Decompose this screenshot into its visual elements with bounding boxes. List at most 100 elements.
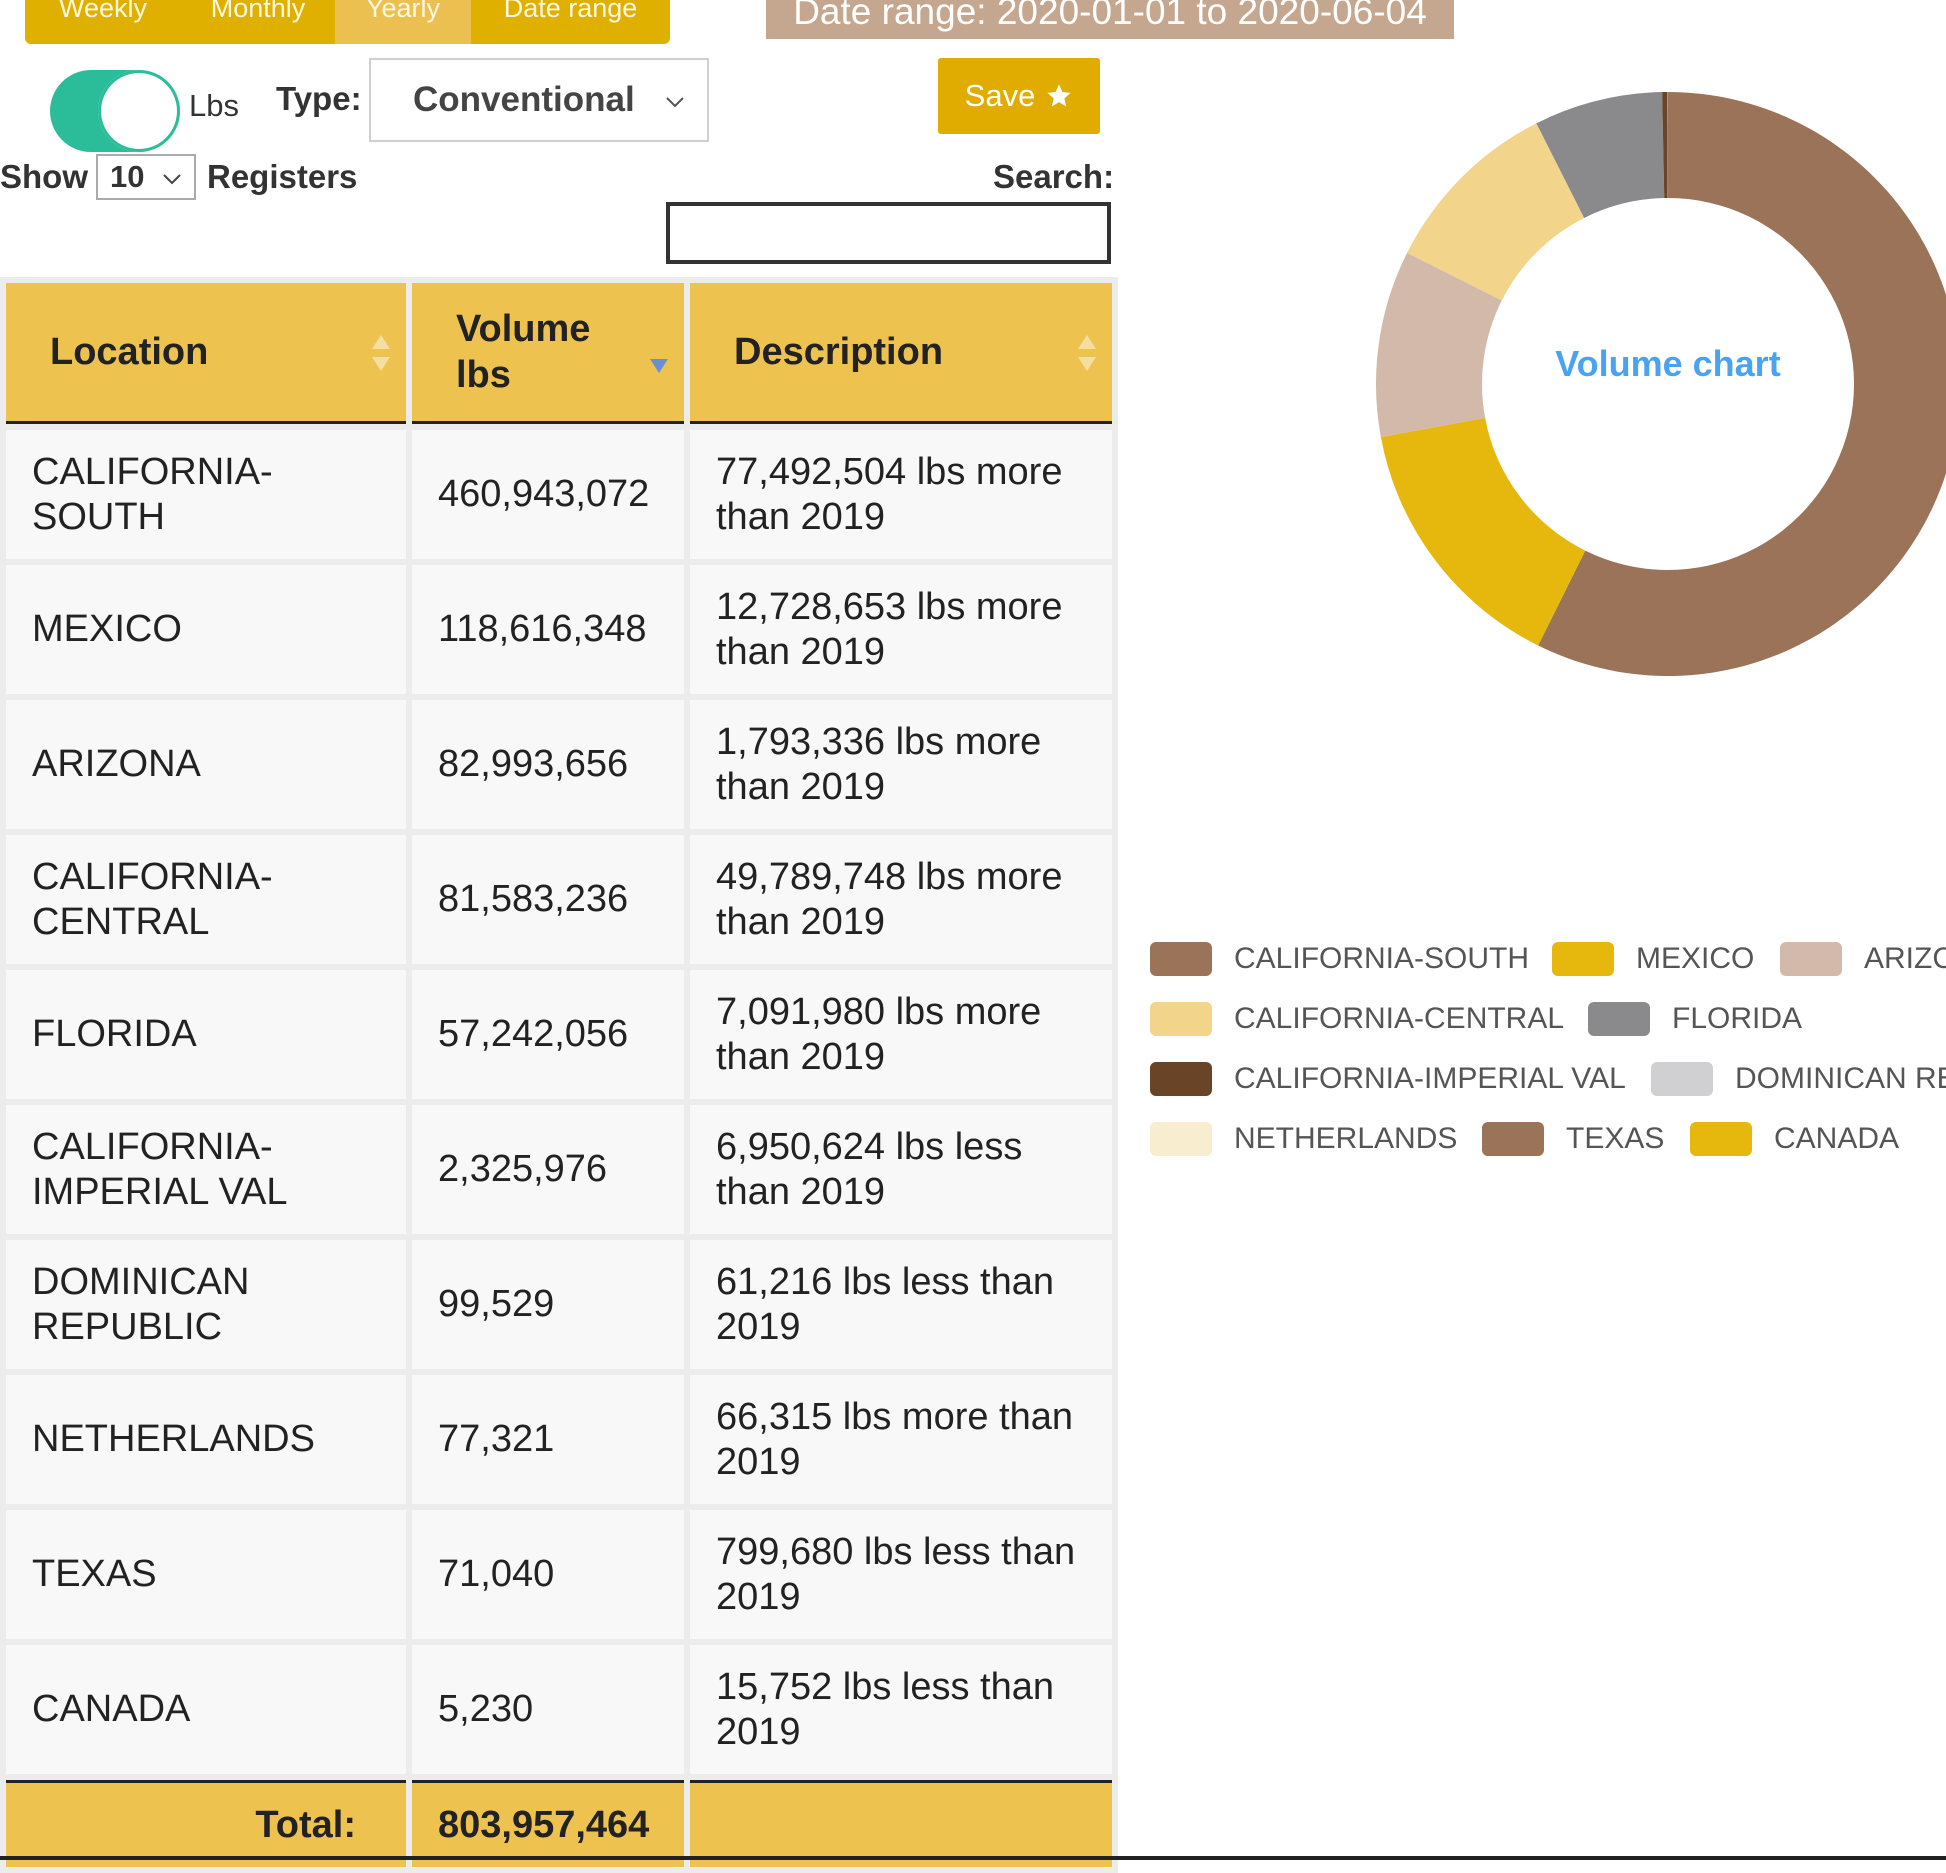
column-header-description[interactable]: Description: [690, 283, 1112, 424]
legend-item[interactable]: CALIFORNIA-CENTRAL: [1150, 998, 1564, 1040]
sort-both-icon: [1076, 333, 1098, 373]
tab-monthly[interactable]: Monthly: [181, 0, 335, 44]
legend-item[interactable]: FLORIDA: [1588, 998, 1802, 1040]
legend-item[interactable]: MEXICO: [1552, 938, 1754, 980]
chevron-down-icon: [661, 82, 689, 122]
unit-label: Lbs: [189, 88, 239, 124]
donut-chart-svg: Volume chart: [1150, 0, 1946, 900]
tab-yearly[interactable]: Yearly: [335, 0, 471, 44]
cell-volume: 5,230: [412, 1645, 684, 1774]
cell-description: 7,091,980 lbs more than 2019: [690, 970, 1112, 1099]
table-row[interactable]: TEXAS 71,040 799,680 lbs less than 2019: [6, 1510, 1112, 1639]
legend-label: FLORIDA: [1672, 1002, 1802, 1036]
cell-location: CANADA: [6, 1645, 406, 1774]
table-row[interactable]: CANADA 5,230 15,752 lbs less than 2019: [6, 1645, 1112, 1774]
page-size-value: 10: [110, 159, 144, 195]
cell-description: 1,793,336 lbs more than 2019: [690, 700, 1112, 829]
total-empty-cell: [690, 1780, 1112, 1867]
cell-description: 77,492,504 lbs more than 2019: [690, 430, 1112, 559]
legend-swatch: [1651, 1062, 1713, 1096]
legend-label: CALIFORNIA-CENTRAL: [1234, 1002, 1564, 1036]
cell-volume: 57,242,056: [412, 970, 684, 1099]
type-select-value: Conventional: [413, 80, 635, 120]
cell-description: 66,315 lbs more than 2019: [690, 1375, 1112, 1504]
cell-description: 15,752 lbs less than 2019: [690, 1645, 1112, 1774]
legend-swatch: [1150, 942, 1212, 976]
table-row[interactable]: NETHERLANDS 77,321 66,315 lbs more than …: [6, 1375, 1112, 1504]
donut-slice-mexico[interactable]: [1381, 418, 1585, 646]
cell-volume: 71,040: [412, 1510, 684, 1639]
total-value: 803,957,464: [412, 1780, 684, 1867]
legend-label: MEXICO: [1636, 942, 1754, 976]
legend-swatch: [1150, 1122, 1212, 1156]
legend-label: CALIFORNIA-IMPERIAL VAL: [1234, 1062, 1626, 1096]
legend-item[interactable]: DOMINICAN RE: [1651, 1058, 1946, 1100]
column-header-volume[interactable]: Volume lbs: [412, 283, 684, 424]
search-input[interactable]: [666, 202, 1111, 264]
legend-swatch: [1780, 942, 1842, 976]
type-label: Type:: [276, 80, 362, 118]
table-row[interactable]: CALIFORNIA-SOUTH 460,943,072 77,492,504 …: [6, 430, 1112, 559]
legend-item[interactable]: CALIFORNIA-IMPERIAL VAL: [1150, 1058, 1626, 1100]
column-header-label: Location: [50, 331, 208, 373]
tab-weekly[interactable]: Weekly: [25, 0, 181, 44]
cell-location: CALIFORNIA-CENTRAL: [6, 835, 406, 964]
legend-swatch: [1588, 1002, 1650, 1036]
page-size-select[interactable]: 10: [96, 154, 196, 200]
table-row[interactable]: CALIFORNIA-IMPERIAL VAL 2,325,976 6,950,…: [6, 1105, 1112, 1234]
cell-volume: 81,583,236: [412, 835, 684, 964]
unit-toggle[interactable]: [50, 70, 180, 152]
search-label: Search:: [993, 158, 1114, 196]
legend-label: DOMINICAN RE: [1735, 1062, 1946, 1096]
save-button[interactable]: Save: [938, 58, 1100, 134]
type-select[interactable]: Conventional: [369, 58, 709, 142]
sort-both-icon: [370, 333, 392, 373]
cell-location: FLORIDA: [6, 970, 406, 1099]
volume-table: Location Volume lbs Description CALIFORN: [0, 277, 1118, 1873]
table-total-row: Total: 803,957,464: [6, 1780, 1112, 1867]
star-icon: [1045, 82, 1073, 110]
table-row[interactable]: ARIZONA 82,993,656 1,793,336 lbs more th…: [6, 700, 1112, 829]
legend-swatch: [1690, 1122, 1752, 1156]
legend-label: CANADA: [1774, 1122, 1899, 1156]
legend-swatch: [1482, 1122, 1544, 1156]
legend-label: TEXAS: [1566, 1122, 1664, 1156]
cell-location: CALIFORNIA-SOUTH: [6, 430, 406, 559]
save-button-label: Save: [965, 78, 1036, 114]
legend-item[interactable]: CANADA: [1690, 1118, 1899, 1160]
cell-volume: 460,943,072: [412, 430, 684, 559]
table-row[interactable]: CALIFORNIA-CENTRAL 81,583,236 49,789,748…: [6, 835, 1112, 964]
legend-label: CALIFORNIA-SOUTH: [1234, 942, 1529, 976]
cell-location: NETHERLANDS: [6, 1375, 406, 1504]
cell-volume: 77,321: [412, 1375, 684, 1504]
legend-swatch: [1150, 1062, 1212, 1096]
table-row[interactable]: MEXICO 118,616,348 12,728,653 lbs more t…: [6, 565, 1112, 694]
legend-item[interactable]: ARIZC: [1780, 938, 1946, 980]
cell-description: 799,680 lbs less than 2019: [690, 1510, 1112, 1639]
cell-location: ARIZONA: [6, 700, 406, 829]
period-tabs: Weekly Monthly Yearly Date range: [25, 0, 670, 44]
cell-description: 49,789,748 lbs more than 2019: [690, 835, 1112, 964]
legend-item[interactable]: TEXAS: [1482, 1118, 1664, 1160]
tab-date-range[interactable]: Date range: [471, 0, 670, 44]
cell-volume: 99,529: [412, 1240, 684, 1369]
legend-item[interactable]: CALIFORNIA-SOUTH: [1150, 938, 1529, 980]
cell-location: DOMINICAN REPUBLIC: [6, 1240, 406, 1369]
cell-volume: 118,616,348: [412, 565, 684, 694]
cell-volume: 82,993,656: [412, 700, 684, 829]
column-header-location[interactable]: Location: [6, 283, 406, 424]
bottom-border: [0, 1856, 1946, 1860]
column-header-label: Description: [734, 331, 943, 373]
table-row[interactable]: DOMINICAN REPUBLIC 99,529 61,216 lbs les…: [6, 1240, 1112, 1369]
volume-chart: Volume chart: [1150, 0, 1946, 1240]
cell-description: 6,950,624 lbs less than 2019: [690, 1105, 1112, 1234]
table-row[interactable]: FLORIDA 57,242,056 7,091,980 lbs more th…: [6, 970, 1112, 1099]
legend-item[interactable]: NETHERLANDS: [1150, 1118, 1457, 1160]
cell-location: MEXICO: [6, 565, 406, 694]
registers-label: Registers: [207, 158, 357, 196]
chevron-down-icon: [160, 168, 184, 190]
cell-description: 12,728,653 lbs more than 2019: [690, 565, 1112, 694]
show-label: Show: [0, 158, 88, 196]
sort-desc-icon: [648, 355, 670, 375]
legend-label: ARIZC: [1864, 942, 1946, 976]
